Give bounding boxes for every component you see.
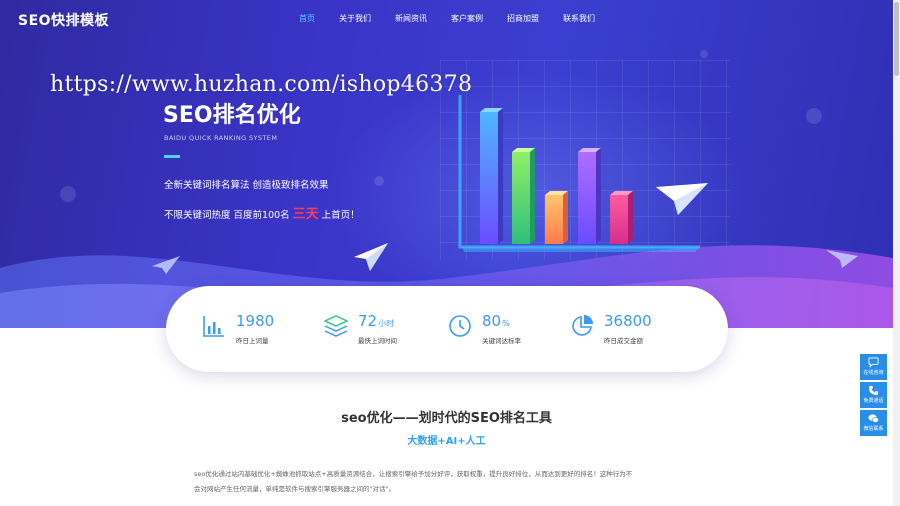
nav-item-about[interactable]: 关于我们: [339, 13, 395, 37]
stat-value: 36800: [604, 312, 653, 330]
page-scrollbar[interactable]: [893, 0, 900, 506]
hero-bar-illustration: [458, 95, 700, 252]
nav-item-cases[interactable]: 客户案例: [451, 13, 507, 37]
nav-item-home[interactable]: 首页: [299, 13, 339, 37]
layers-icon: [324, 315, 348, 337]
stat-unit: 小时: [378, 319, 395, 328]
free-call-button[interactable]: 免费通话: [860, 382, 887, 408]
side-widget-label: 免费通话: [863, 398, 884, 404]
hero-tagline-2: 不限关键词热度 百度前100名 三天 上首页！: [164, 203, 360, 222]
stat-number: 36800: [604, 312, 652, 330]
illustration-bar: [480, 108, 503, 244]
stat-label: 昨日上词量: [236, 337, 269, 345]
decor-dot: [700, 50, 708, 58]
section-body-line: 会对网站产生任何流量，单纯是软件与搜索引擎服务器之间的"对话"。: [194, 485, 395, 493]
section-body-line: seo优化通过站内基础优化+蜘蛛池抓取站点+高质量资源结合，让搜索引擎给予加分好…: [194, 470, 633, 478]
hero-tagline-2-after: 上首页！: [321, 210, 360, 221]
stat-value: 1980: [236, 312, 275, 330]
hero-tagline-1: 全新关键词排名算法 创造极致排名效果: [164, 180, 329, 191]
nav-item-contact[interactable]: 联系我们: [563, 13, 603, 37]
paper-plane-icon: [152, 256, 180, 274]
decor-dot: [374, 176, 384, 186]
decor-dot: [806, 108, 822, 124]
pie-chart-icon: [572, 315, 593, 336]
stat-label: 最快上词时间: [358, 337, 397, 345]
nav-item-news[interactable]: 新闻资讯: [395, 13, 451, 37]
decor-dot: [60, 186, 76, 202]
nav-item-franchise[interactable]: 招商加盟: [507, 13, 563, 37]
online-consult-button[interactable]: 在线咨询: [860, 354, 887, 380]
illustration-bar: [610, 191, 633, 244]
phone-icon: [868, 385, 879, 396]
watermark-url: https://www.huzhan.com/ishop46378: [50, 72, 473, 97]
hero-banner: SEO快排模板 首页 关于我们 新闻资讯 客户案例 招商加盟 联系我们 SEO排…: [0, 0, 893, 328]
illustration-bar: [512, 148, 535, 244]
side-widget-label: 在线咨询: [863, 370, 884, 376]
stat-number: 80: [482, 312, 502, 330]
hero-tagline-2-before: 不限关键词热度 百度前100名: [164, 210, 290, 221]
stat-value: 80%: [482, 312, 510, 330]
bar-chart-icon: [203, 316, 224, 337]
illustration-bar: [545, 191, 568, 244]
stat-number: 1980: [236, 312, 275, 330]
chat-icon: [868, 357, 879, 368]
site-logo[interactable]: SEO快排模板: [18, 10, 109, 30]
section-title: seo优化——划时代的SEO排名工具: [341, 411, 552, 426]
stat-number: 72: [358, 312, 378, 330]
paper-plane-icon: [826, 250, 858, 268]
stat-value: 72小时: [358, 312, 394, 330]
stat-unit: %: [502, 319, 510, 328]
hero-subtitle: BAIDU QUICK RANKING SYSTEM: [164, 134, 278, 142]
hero-accent-bar: [164, 155, 180, 158]
side-widget-label: 微信联系: [863, 426, 884, 432]
stats-card: 1980 昨日上词量 72小时 最快上词时间 80% 关键词达标率 36800 …: [166, 286, 728, 372]
paper-plane-icon: [354, 243, 388, 271]
illustration-bar: [578, 148, 601, 244]
stat-label: 关键词达标率: [482, 337, 521, 345]
scrollbar-thumb[interactable]: [894, 2, 899, 76]
hero-tagline-highlight: 三天: [292, 207, 319, 222]
wechat-contact-button[interactable]: 微信联系: [860, 410, 887, 436]
wechat-icon: [868, 414, 879, 423]
section-subtitle: 大数据+AI+人工: [407, 436, 486, 447]
main-nav: 首页 关于我们 新闻资讯 客户案例 招商加盟 联系我们: [299, 13, 603, 37]
section-body: seo优化通过站内基础优化+蜘蛛池抓取站点+高质量资源结合，让搜索引擎给予加分好…: [194, 467, 700, 497]
stat-label: 昨日成交金额: [604, 337, 643, 345]
hero-title: SEO排名优化: [163, 103, 301, 128]
paper-plane-icon: [656, 183, 708, 215]
clock-icon: [449, 315, 471, 337]
